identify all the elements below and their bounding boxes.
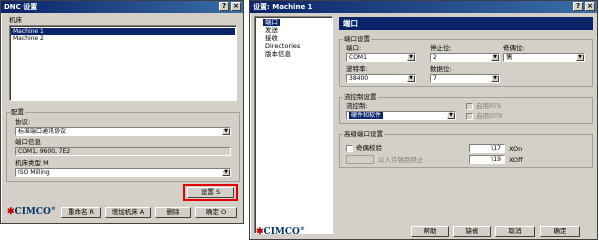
xon-label: XOn (509, 145, 523, 153)
port-info-label: 端口信息 (15, 138, 41, 146)
machines-label: 机床 (9, 16, 22, 24)
rts-label: 启用RTS (476, 102, 502, 110)
port-label: 端口: (346, 44, 362, 52)
tree-item-receive[interactable]: 接收 (265, 35, 278, 42)
rename-button[interactable]: 重命名 R (61, 207, 101, 218)
parity-check-sub-label: 以入许强制禁止 (378, 156, 424, 164)
protocol-label: 协议: (15, 118, 31, 126)
close-icon[interactable]: × (231, 2, 241, 11)
list-item[interactable]: Machine 2 (11, 35, 235, 42)
settings-tree[interactable]: 端口 发送 接收 Directories 版本信息 (254, 16, 333, 234)
advanced-group-label: 高级端口设置 (343, 130, 384, 138)
rts-checkbox[interactable] (466, 103, 473, 110)
xon-field[interactable]: \17 (469, 144, 505, 153)
window-title: 设置: Machine 1 (253, 3, 313, 11)
add-machine-button[interactable]: 增加机床 A (105, 207, 151, 218)
title-bar[interactable]: DNC 设置 ? × (1, 1, 243, 13)
help-icon[interactable]: ? (573, 2, 583, 11)
cimco-logo-icon: ✱ (256, 227, 264, 237)
chevron-down-icon[interactable]: ▼ (407, 54, 415, 61)
chevron-down-icon[interactable]: ▼ (407, 75, 415, 82)
chevron-down-icon[interactable]: ▼ (447, 112, 455, 119)
parity-sub-field (346, 155, 374, 164)
list-item[interactable]: Machine 1 (11, 28, 235, 35)
flow-label: 流控制: (346, 102, 368, 110)
parity-select[interactable]: 偶 ▼ (503, 53, 585, 62)
ok-button[interactable]: 确定 O (195, 207, 237, 218)
parity-label: 奇偶位: (503, 44, 525, 52)
parity-check-checkbox[interactable] (346, 145, 353, 152)
chevron-down-icon[interactable]: ▼ (222, 128, 230, 135)
tree-item-port[interactable]: 端口 (263, 19, 280, 26)
protocol-select[interactable]: 标准端口通讯协议 ▼ (15, 127, 231, 136)
baud-label: 波特率: (346, 65, 368, 73)
stop-bits-label: 停止位: (430, 44, 452, 52)
data-bits-label: 数据位: (430, 65, 452, 73)
tree-item-version[interactable]: 版本信息 (265, 51, 291, 58)
chevron-down-icon[interactable]: ▼ (222, 169, 230, 176)
cimco-logo: ✱CIMCO® (7, 206, 56, 217)
cimco-logo-icon: ✱ (7, 207, 15, 217)
machine-type-label: 机床类型 M (15, 159, 49, 167)
panel-title: 端口 (343, 19, 358, 28)
tree-item-directories[interactable]: Directories (265, 43, 300, 50)
port-info-field: COM1, 9600, 7E2 (15, 147, 231, 156)
dnc-settings-window: DNC 设置 ? × 机床 Machine 1 Machine 2 配置 协议:… (0, 0, 244, 224)
data-bits-select[interactable]: 7 ▼ (430, 74, 500, 83)
chevron-down-icon[interactable]: ▼ (576, 54, 584, 61)
parity-check-label: 奇偶校验 (356, 144, 382, 152)
title-bar[interactable]: 设置: Machine 1 ? × (250, 1, 597, 13)
tree-item-send[interactable]: 发送 (265, 27, 278, 34)
chevron-down-icon[interactable]: ▼ (491, 75, 499, 82)
window-title: DNC 设置 (4, 3, 38, 11)
flow-control-select[interactable]: 硬件和软件 ▼ (346, 111, 456, 120)
xoff-field[interactable]: \19 (469, 155, 505, 164)
dtr-checkbox[interactable] (466, 113, 473, 120)
cimco-logo: ✱CIMCO® (256, 226, 305, 237)
cancel-button[interactable]: 取消 (495, 226, 535, 237)
machine-list[interactable]: Machine 1 Machine 2 (9, 25, 237, 101)
ok-button[interactable]: 确定 (540, 226, 580, 237)
panel-header: 端口 (339, 17, 593, 30)
machine-type-select[interactable]: ISO Milling ▼ (15, 168, 231, 177)
default-button[interactable]: 缺省 (453, 226, 491, 237)
dtr-label: 启用DTR (476, 112, 503, 120)
settings-button[interactable]: 设置 S (187, 187, 234, 198)
flow-group-label: 流控制设置 (343, 93, 378, 101)
port-select[interactable]: COM1 ▼ (346, 53, 416, 62)
stop-bits-select[interactable]: 2 ▼ (430, 53, 500, 62)
port-group-label: 端口设置 (343, 35, 371, 43)
baud-select[interactable]: 38400 ▼ (346, 74, 416, 83)
help-button[interactable]: 帮助 (411, 226, 449, 237)
delete-button[interactable]: 删除 (155, 207, 191, 218)
config-label: 配置 (10, 108, 25, 116)
machine-settings-window: 设置: Machine 1 ? × 端口 发送 接收 Directories 版… (249, 0, 598, 240)
xoff-label: XOff (509, 156, 523, 164)
close-icon[interactable]: × (585, 2, 595, 11)
chevron-down-icon[interactable]: ▼ (491, 54, 499, 61)
help-icon[interactable]: ? (219, 2, 229, 11)
